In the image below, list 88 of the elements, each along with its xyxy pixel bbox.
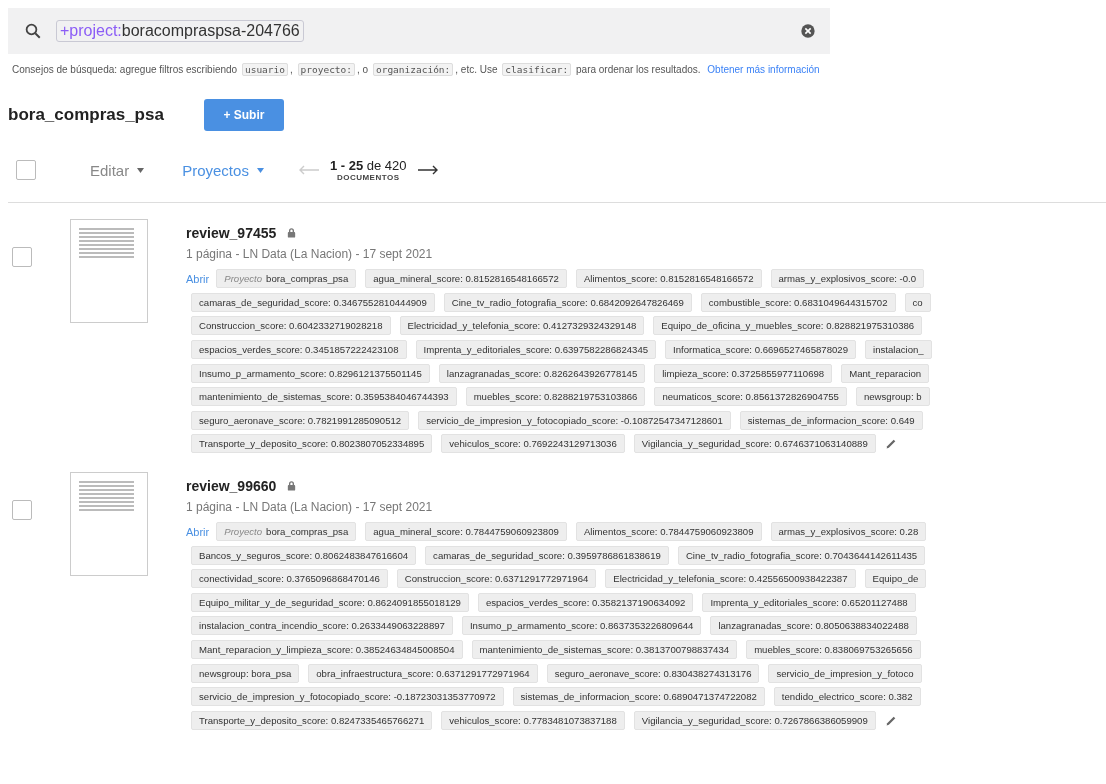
score-tag: conectividad_score: 0.3765096868470146 <box>191 569 388 589</box>
score-tag: Vigilancia_y_seguridad_score: 0.6746371063140889 <box>633 434 876 454</box>
score-tag: Cine_tv_radio_fotografia_score: 0.6842092647826469 <box>443 292 692 312</box>
score-tag: espacios_verdes_score: 0.3451857222423108 <box>191 340 407 360</box>
score-tag: obra_infraestructura_score: 0.6371291772971964 <box>308 663 538 683</box>
collection-title: bora_compras_psa <box>8 105 164 125</box>
search-icon <box>24 22 42 40</box>
document-thumbnail[interactable] <box>70 219 148 323</box>
score-tag: Transporte_y_deposito_score: 0.8023807052334895 <box>191 434 433 454</box>
score-tag: seguro_aeronave_score: 0.7821991285090512 <box>191 410 410 430</box>
score-tag: camaras_de_seguridad_score: 0.3959786861838619 <box>425 545 669 565</box>
score-tag: servicio_de_impresion_y_fotocopiado_score: -0.18723031353770972 <box>191 687 504 707</box>
page-range: 1 - 25 de 420 <box>329 158 407 173</box>
edit-menu[interactable]: Editar <box>90 161 145 179</box>
query-token: +project:boracompraspsa-204766 <box>56 20 304 42</box>
score-tag: Bancos_y_seguros_score: 0.8062483847616604 <box>191 545 417 565</box>
score-tag: limpieza_score: 0.3725855977110698 <box>654 363 833 383</box>
score-tag: mantenimiento_de_sistemas_score: 0.3595384046744393 <box>191 387 457 407</box>
score-tag: servicio_de_impresion_y_fotocopiado_score: -0.10872547347128601 <box>418 410 731 430</box>
score-tag: sistemas_de_informacion_score: 0.6890471374722082 <box>512 687 765 707</box>
open-link[interactable]: Abrir <box>186 525 210 538</box>
score-tag: neumaticos_score: 0.8561372826904755 <box>654 387 847 407</box>
score-tag: Construccion_score: 0.6042332719028218 <box>191 316 391 336</box>
score-tag: Electricidad_y_telefonia_score: 0.4127329324329148 <box>399 316 645 336</box>
score-tag: Equipo_de_oficina_y_muebles_score: 0.828821975310386 <box>653 316 923 336</box>
projects-menu[interactable]: Proyectos <box>182 161 264 179</box>
caret-icon <box>137 167 145 173</box>
lock-icon <box>286 227 298 239</box>
score-tag: Mant_reparacion_y_limpieza_score: 0.38524634845008504 <box>191 640 463 659</box>
score-tag: armas_y_explosivos_score: -0.0 <box>770 269 925 289</box>
score-tag: espacios_verdes_score: 0.3582137190634092 <box>477 592 694 612</box>
select-all-checkbox[interactable] <box>16 160 36 180</box>
score-tag: Alimentos_score: 0.8152816548166572 <box>575 269 762 289</box>
score-tag: co <box>904 292 931 312</box>
score-tag: Imprenta_y_editoriales_score: 0.65201127488 <box>702 592 916 612</box>
score-tag: instalacion_ <box>865 340 932 360</box>
score-tag: Transporte_y_deposito_score: 0.8247335465766271 <box>191 710 433 730</box>
score-tag: seguro_aeronave_score: 0.830438274313176 <box>546 663 760 683</box>
upload-button[interactable]: + Subir <box>203 99 284 131</box>
document-checkbox[interactable] <box>12 499 32 520</box>
score-tag: camaras_de_seguridad_score: 0.3467552810444909 <box>191 292 435 312</box>
document-meta: 1 página - LN Data (La Nacion) - 17 sept 2021 <box>186 247 434 261</box>
score-tag: Alimentos_score: 0.7844759060923809 <box>575 522 762 542</box>
pencil-icon <box>884 437 898 451</box>
score-tag: combustible_score: 0.6831049644315702 <box>700 292 896 312</box>
lock-icon <box>286 479 298 492</box>
score-tag: Informatica_score: 0.6696527465878029 <box>665 340 856 360</box>
score-tag: newsgroup: bora_psa <box>191 663 300 683</box>
score-tag: armas_y_explosivos_score: 0.28 <box>770 522 927 542</box>
score-tag: mantenimiento_de_sistemas_score: 0.3813700798837434 <box>471 640 738 659</box>
score-tag: Equipo_militar_y_de_seguridad_score: 0.8624091855018129 <box>191 592 469 612</box>
document-meta: 1 página - LN Data (La Nacion) - 17 sept 2021 <box>186 499 434 514</box>
more-info-link[interactable]: Obtener más información <box>707 64 820 75</box>
score-tag: vehiculos_score: 0.7692243129713036 <box>441 434 625 454</box>
document-title[interactable]: review_97455 <box>186 225 277 241</box>
score-tag: agua_mineral_score: 0.7844759060923809 <box>365 522 567 542</box>
score-tag: Insumo_p_armamento_score: 0.8296121375501145 <box>191 363 430 383</box>
document-checkbox[interactable] <box>12 247 32 267</box>
document-title[interactable]: review_99660 <box>186 477 277 494</box>
score-tag: muebles_score: 0.8288219753103866 <box>465 387 646 407</box>
score-tag: Mant_reparacion <box>841 363 930 383</box>
document-thumbnail[interactable] <box>70 471 148 576</box>
score-tag: Imprenta_y_editoriales_score: 0.6397582286824345 <box>415 340 657 360</box>
score-tag: vehiculos_score: 0.7783481073837188 <box>441 710 625 730</box>
clear-icon <box>800 23 816 39</box>
score-tag: tendido_electrico_score: 0.382 <box>773 687 921 707</box>
next-page-arrow[interactable] <box>416 165 439 175</box>
score-tag: Cine_tv_radio_fotografia_score: 0.7043644142611435 <box>677 545 926 565</box>
search-bar[interactable]: +project:boracompraspsa-204766 <box>8 8 830 54</box>
range-unit: DOCUMENTOS <box>336 173 400 182</box>
score-tag: instalacion_contra_incendio_score: 0.2633449063228897 <box>191 616 453 636</box>
score-tag: lanzagranadas_score: 0.8262643926778145 <box>438 363 646 383</box>
score-tag: lanzagranadas_score: 0.8050638834022488 <box>710 616 917 636</box>
score-tag: newsgroup: b <box>855 387 930 407</box>
caret-icon <box>256 167 264 173</box>
project-tag: Proyecto bora_compras_psa <box>216 522 357 542</box>
score-tag: agua_mineral_score: 0.8152816548166572 <box>365 269 567 289</box>
score-tag: Electricidad_y_telefonia_score: 0.42556500938422387 <box>605 569 856 589</box>
score-tag: Vigilancia_y_seguridad_score: 0.7267866386059909 <box>633 710 876 730</box>
open-link[interactable]: Abrir <box>186 272 210 285</box>
score-tag: Construccion_score: 0.6371291772971964 <box>396 569 597 589</box>
score-tag: Equipo_de <box>864 569 927 589</box>
score-tag: Insumo_p_armamento_score: 0.8637353226809644 <box>461 616 702 636</box>
search-tips: Consejos de búsqueda: agregue filtros escribiendo usuario , proyecto: , o organización: , etc. Use clasificar: para ordenar los resultados. Obtener más información <box>12 62 821 78</box>
score-tag: servicio_de_impresion_y_fotoco <box>768 663 922 683</box>
score-tag: sistemas_de_informacion_score: 0.649 <box>739 410 923 430</box>
project-tag: Proyecto bora_compras_psa <box>216 269 357 289</box>
score-tag: muebles_score: 0.838069753265656 <box>746 640 921 659</box>
